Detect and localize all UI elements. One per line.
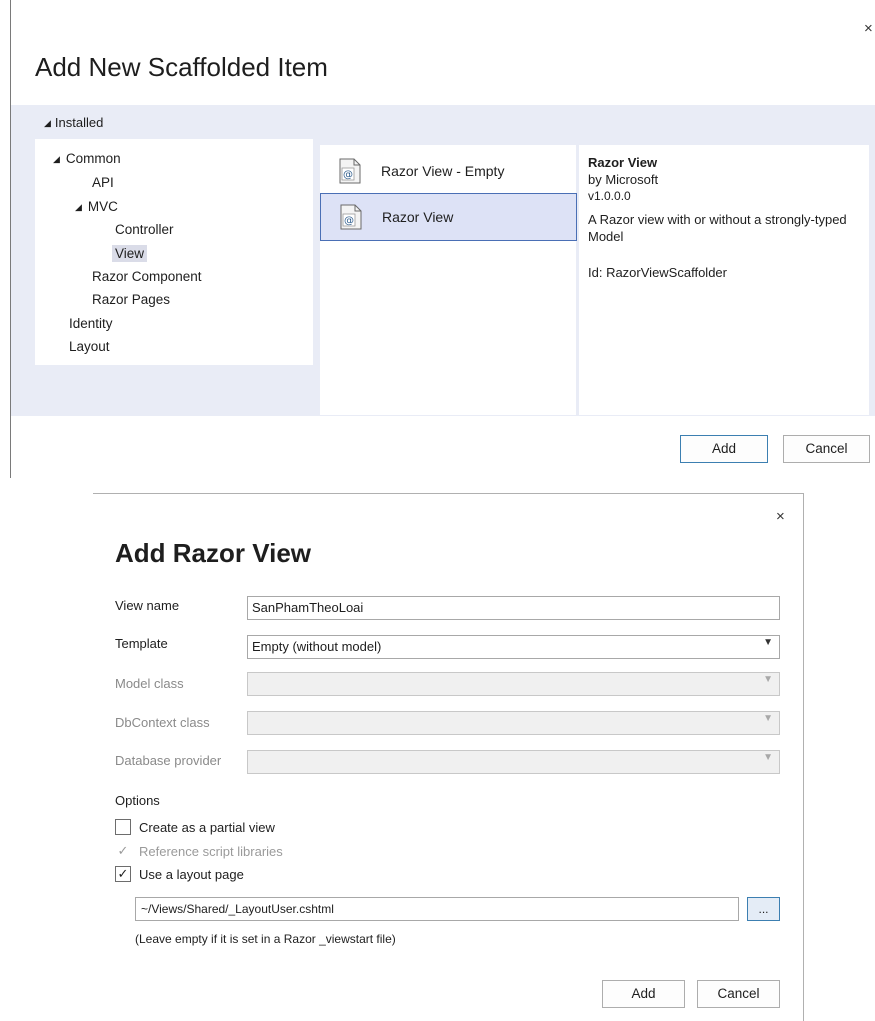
layout-hint-text: (Leave empty if it is set in a Razor _vi… <box>135 932 396 946</box>
collapse-triangle-icon[interactable]: ◢ <box>44 118 51 128</box>
tree-node-api[interactable]: API <box>92 175 114 190</box>
options-heading: Options <box>115 793 160 808</box>
dropdown-arrow-icon: ▼ <box>763 637 773 648</box>
partial-view-checkbox[interactable]: Create as a partial view <box>115 819 275 835</box>
tree-node-mvc[interactable]: ◢ MVC <box>75 199 118 214</box>
dialog-title: Add Razor View <box>115 538 312 568</box>
cancel-button[interactable]: Cancel <box>783 435 870 463</box>
use-layout-checkbox[interactable]: ✓ Use a layout page <box>115 866 244 882</box>
svg-text:@: @ <box>344 216 354 227</box>
template-label: Razor View <box>382 209 454 225</box>
category-tree: ◢ Common API ◢ MVC Controller View Razor C… <box>35 139 313 365</box>
template-item-razor-view-empty[interactable]: @ Razor View - Empty <box>320 147 577 195</box>
tree-node-identity[interactable]: Identity <box>69 316 113 331</box>
template-list: @ Razor View - Empty @ Razor View <box>320 145 577 415</box>
database-provider-label: Database provider <box>115 753 222 768</box>
dialog-title: Add New Scaffolded Item <box>35 52 328 82</box>
tree-node-controller[interactable]: Controller <box>115 222 174 237</box>
checkbox-box[interactable] <box>115 819 131 835</box>
template-select[interactable]: Empty (without model) ▼ <box>247 635 780 659</box>
description-author: by Microsoft <box>588 171 659 187</box>
reference-scripts-checkbox: ✓ Reference script libraries <box>115 843 283 859</box>
collapse-triangle-icon[interactable]: ◢ <box>53 154 60 164</box>
tree-node-layout[interactable]: Layout <box>69 339 110 354</box>
dbcontext-class-select: ▼ <box>247 711 780 735</box>
add-razor-view-dialog: × Add Razor View View name SanPhamTheoLo… <box>93 493 804 1021</box>
tree-node-razor-pages[interactable]: Razor Pages <box>92 292 170 307</box>
database-provider-select: ▼ <box>247 750 780 774</box>
model-class-select: ▼ <box>247 672 780 696</box>
razor-file-icon: @ <box>340 204 362 230</box>
razor-file-icon: @ <box>339 158 361 184</box>
tree-node-installed[interactable]: ◢ Installed <box>44 115 103 130</box>
installed-label: Installed <box>54 115 104 130</box>
template-description-panel: Razor View by Microsoft v1.0.0.0 A Razor… <box>579 145 869 415</box>
tree-node-view[interactable]: View <box>112 245 148 262</box>
template-item-razor-view[interactable]: @ Razor View <box>320 193 577 241</box>
checkmark-icon: ✓ <box>117 843 129 858</box>
close-icon[interactable]: × <box>864 20 873 37</box>
description-version: v1.0.0.0 <box>588 188 631 203</box>
add-button[interactable]: Add <box>602 980 685 1008</box>
dbcontext-class-label: DbContext class <box>115 715 210 730</box>
description-name: Razor View <box>588 155 658 170</box>
add-button[interactable]: Add <box>680 435 768 463</box>
dropdown-arrow-icon: ▼ <box>763 674 773 685</box>
cancel-button[interactable]: Cancel <box>697 980 780 1008</box>
tree-node-razor-component[interactable]: Razor Component <box>92 269 202 284</box>
description-id: Id: RazorViewScaffolder <box>588 265 727 281</box>
template-label: Template <box>115 636 168 651</box>
add-scaffolded-item-dialog: × Add New Scaffolded Item ◢ Installed ◢ Co… <box>0 0 875 480</box>
dropdown-arrow-icon: ▼ <box>763 713 773 724</box>
collapse-triangle-icon[interactable]: ◢ <box>75 202 82 212</box>
tree-node-common[interactable]: ◢ Common <box>53 151 121 166</box>
view-name-input[interactable]: SanPhamTheoLoai <box>247 596 780 620</box>
checkmark-icon[interactable]: ✓ <box>115 866 131 882</box>
layout-path-input[interactable]: ~/Views/Shared/_LayoutUser.cshtml <box>135 897 739 921</box>
description-text: A Razor view with or without a strongly-… <box>588 212 847 245</box>
view-name-label: View name <box>115 598 180 613</box>
model-class-label: Model class <box>115 676 184 691</box>
close-icon[interactable]: × <box>776 508 785 525</box>
template-label: Razor View - Empty <box>381 163 505 179</box>
browse-button[interactable]: ... <box>747 897 780 921</box>
dropdown-arrow-icon: ▼ <box>763 752 773 763</box>
svg-text:@: @ <box>343 170 353 181</box>
